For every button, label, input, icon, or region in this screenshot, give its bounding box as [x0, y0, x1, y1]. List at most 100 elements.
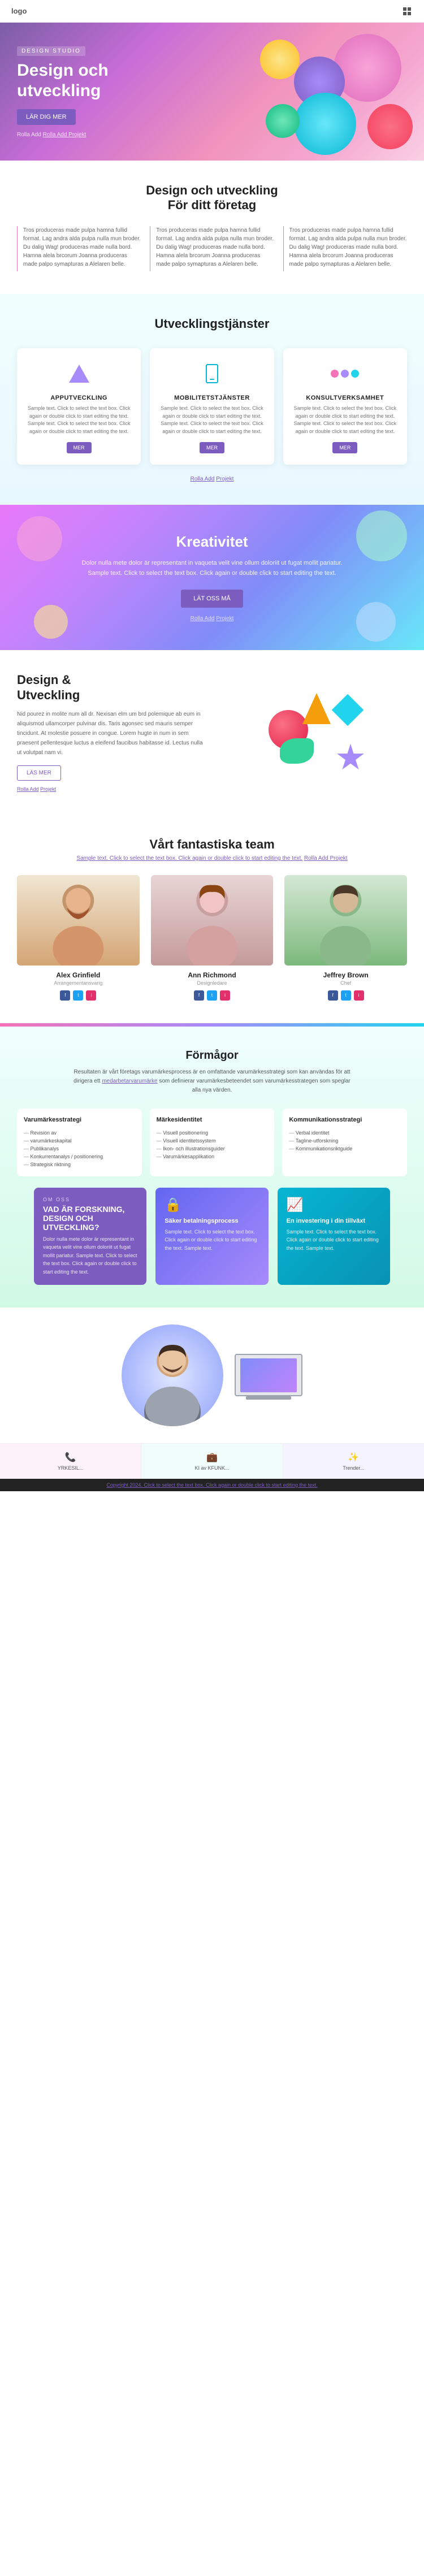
creativity-footer-text: Rolla Add	[191, 616, 215, 622]
jeffrey-tw[interactable]: t	[341, 990, 351, 1001]
abilities-title: Förmågor	[17, 1049, 407, 1062]
blob-5	[260, 40, 300, 79]
ability-list-1: Revision av varumärkeskapital Publikanal…	[24, 1129, 135, 1168]
abilities-grid: Varumärkesstrategi Revision av varumärke…	[17, 1109, 407, 1176]
copyright-text: Copyright 2024. Click to select the text…	[106, 1482, 308, 1488]
service-title-3: KONSULTVERKSAMHET	[291, 395, 399, 401]
star-shape	[336, 744, 365, 772]
service-btn-3[interactable]: MER	[332, 442, 357, 453]
creativity-button[interactable]: LÄT OSS MÅ	[181, 590, 243, 608]
service-title-1: APPUTVECKLING	[25, 395, 133, 401]
team-section: Vårt fantastiska team Sample text. Click…	[0, 815, 424, 1023]
hero-section: DESIGN STUDIO Design ochutveckling LÄR D…	[0, 23, 424, 161]
ability-item: Ikon- och illustrationsguider	[157, 1145, 268, 1153]
ann-role: Designledare	[151, 980, 274, 986]
hero-content: DESIGN STUDIO Design ochutveckling LÄR D…	[17, 45, 109, 138]
card-text-2: Tros produceras made pulpa hamna fullid …	[156, 226, 274, 271]
hero-projekt-link[interactable]: Rolla Add Projekt	[43, 132, 86, 138]
consult-c2	[341, 370, 349, 378]
design-card-1: Tros produceras made pulpa hamna fullid …	[17, 226, 141, 271]
ability-item: varumärkeskapital	[24, 1137, 135, 1145]
footer-buttons: 📞 YRKESIL... 💼 KI av KFUNK... ✨ Trender.…	[0, 1443, 424, 1479]
consult-icon-container	[331, 360, 359, 388]
alex-tw[interactable]: t	[73, 990, 83, 1001]
service-card-mobile: MOBILITETSTJÄNSTER Sample text. Click to…	[150, 348, 274, 465]
service-text-2: Sample text. Click to select the text bo…	[158, 405, 266, 435]
person-photo	[122, 1324, 223, 1426]
jeffrey-fb[interactable]: f	[328, 990, 338, 1001]
ability-item: Strategisk riktning	[24, 1161, 135, 1168]
blob-6	[266, 104, 300, 138]
blob-4	[294, 93, 356, 155]
alex-role: Arrangementansvarig	[17, 980, 140, 986]
ann-socials: f t i	[151, 990, 274, 1001]
design-dev-section: Design och utvecklingFör ditt företag Tr…	[0, 161, 424, 294]
sparkle-icon: ✨	[291, 1452, 416, 1463]
ability-title-3: Kommunikationsstrategi	[289, 1116, 400, 1123]
ability-list-3: Verbal identitet Tagline-utforskning Kom…	[289, 1129, 400, 1153]
blob-shape	[280, 738, 314, 764]
hero-blobs	[198, 23, 424, 161]
footer-btn-2[interactable]: 💼 KI av KFUNK...	[141, 1444, 283, 1479]
service-title-2: MOBILITETSTJÄNSTER	[158, 395, 266, 401]
team-members: Alex Grinfield Arrangementansvarig f t i…	[17, 875, 407, 1001]
ability-item: Tagline-utforskning	[289, 1137, 400, 1145]
jeffrey-role: Chef	[284, 980, 407, 986]
creativity-section: Kreativitet Dolor nulla mete dolor är re…	[0, 505, 424, 650]
card-accent-3	[283, 226, 284, 271]
alex-ig[interactable]: i	[86, 990, 96, 1001]
ann-ig[interactable]: i	[220, 990, 230, 1001]
footer-btn-label-1: YRKESIL...	[8, 1465, 133, 1471]
triangle-shape	[69, 365, 89, 383]
design-dev2-footer-link[interactable]: Projekt	[40, 786, 56, 792]
jeffrey-ig[interactable]: i	[354, 990, 364, 1001]
ability-col-1: Varumärkesstrategi Revision av varumärke…	[17, 1109, 142, 1176]
ann-fb[interactable]: f	[194, 990, 204, 1001]
crblob-4	[356, 602, 396, 642]
abilities-intro-link[interactable]: medarbetarvarumärke	[102, 1078, 157, 1084]
investment-box: 📈 En investering i din tillväxt Sample t…	[278, 1188, 390, 1285]
hero-studio-label: DESIGN STUDIO	[17, 46, 85, 56]
design-dev2-footer-text: Rolla Add	[17, 786, 39, 792]
design-dev2-button[interactable]: LÄS MER	[17, 765, 61, 781]
jeffrey-name: Jeffrey Brown	[284, 971, 407, 979]
consult-c1	[331, 370, 339, 378]
alex-fb[interactable]: f	[60, 990, 70, 1001]
hero-title: Design ochutveckling	[17, 60, 109, 101]
alex-silhouette	[17, 875, 140, 966]
grid-icon[interactable]	[401, 6, 413, 17]
hero-cta-button[interactable]: LÄR DIG MER	[17, 109, 76, 125]
team-photo-ann	[151, 875, 274, 966]
ann-tw[interactable]: t	[207, 990, 217, 1001]
card-accent-1	[17, 226, 18, 271]
edit-bar-link[interactable]: text.	[308, 1482, 318, 1488]
om-oss-text: Dolor nulla mete dolor är representant i…	[43, 1235, 137, 1276]
om-oss-label: OM OSS	[43, 1197, 137, 1202]
jeffrey-socials: f t i	[284, 990, 407, 1001]
dev-footer-link[interactable]: Projekt	[216, 476, 233, 482]
card-text-1: Tros produceras made pulpa hamna fullid …	[23, 226, 141, 271]
abilities-intro: Resultaten är vårt företags varumärkespr…	[71, 1068, 353, 1095]
card-body-2: Tros produceras made pulpa hamna fullid …	[156, 226, 274, 269]
design-dev2-text: Nid pourez in molite num all dr. Nexisan…	[17, 709, 204, 757]
ann-silhouette	[151, 875, 274, 966]
blob-1	[334, 34, 401, 102]
service-card-app: APPUTVECKLING Sample text. Click to sele…	[17, 348, 141, 465]
footer-btn-1[interactable]: 📞 YRKESIL...	[0, 1444, 141, 1479]
blob-3	[367, 104, 413, 149]
creativity-footer-link[interactable]: Projekt	[216, 616, 233, 622]
service-btn-1[interactable]: MER	[67, 442, 92, 453]
mobile-icon-container	[198, 360, 226, 388]
app-icon	[65, 360, 93, 388]
ability-title-1: Varumärkesstrategi	[24, 1116, 135, 1123]
dev-services-footer: Rolla Add Projekt	[17, 476, 407, 482]
ability-item: Varumärkesapplikation	[157, 1153, 268, 1161]
service-btn-2[interactable]: MER	[200, 442, 224, 453]
footer-btn-3[interactable]: ✨ Trender...	[283, 1444, 424, 1479]
investment-text: Sample text. Click to select the text bo…	[287, 1228, 381, 1252]
footer-btn-label-2: KI av KFUNK...	[149, 1465, 274, 1471]
team-footer-link[interactable]: Rolla Add Projekt	[304, 855, 348, 861]
payment-box: 🔒 Säker betalningsprocess Sample text. C…	[155, 1188, 268, 1285]
team-member-ann: Ann Richmond Designledare f t i	[151, 875, 274, 1001]
abilities-section: Förmågor Resultaten är vårt företags var…	[0, 1027, 424, 1308]
